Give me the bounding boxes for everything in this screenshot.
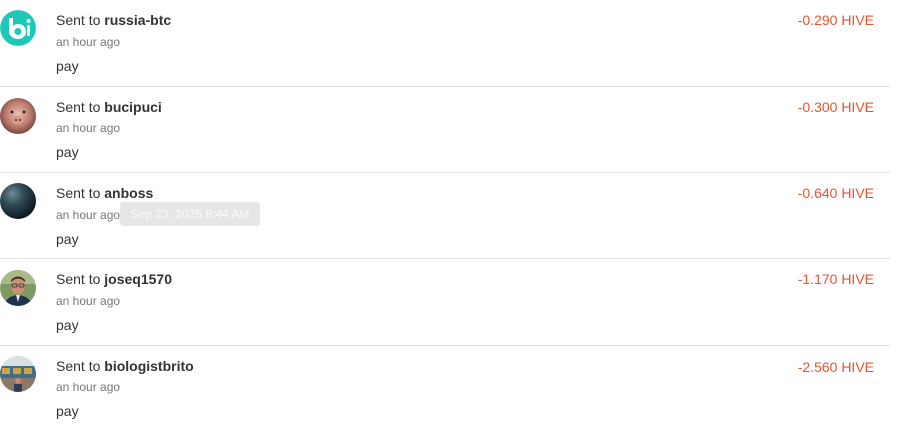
amount: -0.640 HIVE bbox=[797, 185, 874, 201]
recipient-link[interactable]: bucipuci bbox=[104, 99, 162, 115]
transaction-row: Sent to joseq1570 an hour ago pay -1.170… bbox=[0, 258, 890, 344]
transfer-description: Sent to joseq1570 bbox=[56, 271, 172, 287]
avatar-russia-btc[interactable] bbox=[0, 10, 36, 46]
transfer-description: Sent to anboss bbox=[56, 185, 153, 201]
group-photo bbox=[0, 356, 36, 392]
recipient-link[interactable]: joseq1570 bbox=[104, 271, 172, 287]
avatar-joseq1570[interactable] bbox=[0, 270, 36, 306]
memo: pay bbox=[56, 58, 79, 74]
timestamp[interactable]: an hour ago bbox=[56, 208, 120, 222]
amount: -2.560 HIVE bbox=[797, 359, 874, 375]
recipient-link[interactable]: biologistbrito bbox=[104, 358, 193, 374]
memo: pay bbox=[56, 317, 79, 333]
amount: -1.170 HIVE bbox=[797, 271, 874, 287]
bi-logo-icon bbox=[0, 10, 36, 46]
avatar-biologistbrito[interactable] bbox=[0, 356, 36, 392]
sent-to-label: Sent to bbox=[56, 185, 101, 201]
dark-sphere-photo bbox=[0, 183, 36, 219]
recipient-link[interactable]: anboss bbox=[104, 185, 153, 201]
timestamp[interactable]: an hour ago bbox=[56, 294, 120, 308]
transfer-description: Sent to bucipuci bbox=[56, 99, 162, 115]
amount: -0.300 HIVE bbox=[797, 99, 874, 115]
sent-to-label: Sent to bbox=[56, 12, 101, 28]
sent-to-label: Sent to bbox=[56, 99, 101, 115]
sent-to-label: Sent to bbox=[56, 358, 101, 374]
animal-face-photo bbox=[0, 98, 36, 134]
transaction-row: Sent to biologistbrito an hour ago pay -… bbox=[0, 345, 890, 431]
timestamp[interactable]: an hour ago bbox=[56, 35, 120, 49]
transaction-list: Sent to russia-btc an hour ago pay -0.29… bbox=[0, 0, 906, 429]
transfer-description: Sent to russia-btc bbox=[56, 12, 171, 28]
avatar-bucipuci[interactable] bbox=[0, 98, 36, 134]
memo: pay bbox=[56, 403, 79, 419]
recipient-link[interactable]: russia-btc bbox=[104, 12, 171, 28]
memo: pay bbox=[56, 231, 79, 247]
timestamp[interactable]: an hour ago bbox=[56, 121, 120, 135]
transfer-description: Sent to biologistbrito bbox=[56, 358, 194, 374]
amount: -0.290 HIVE bbox=[797, 12, 874, 28]
portrait-photo bbox=[0, 270, 36, 306]
transaction-row: Sent to bucipuci an hour ago pay -0.300 … bbox=[0, 86, 890, 172]
timestamp-tooltip: Sep 23, 2025 8:44 AM bbox=[120, 202, 260, 226]
avatar-anboss[interactable] bbox=[0, 183, 36, 219]
sent-to-label: Sent to bbox=[56, 271, 101, 287]
memo: pay bbox=[56, 144, 79, 160]
transaction-row: Sent to russia-btc an hour ago pay -0.29… bbox=[0, 0, 890, 86]
timestamp[interactable]: an hour ago bbox=[56, 380, 120, 394]
